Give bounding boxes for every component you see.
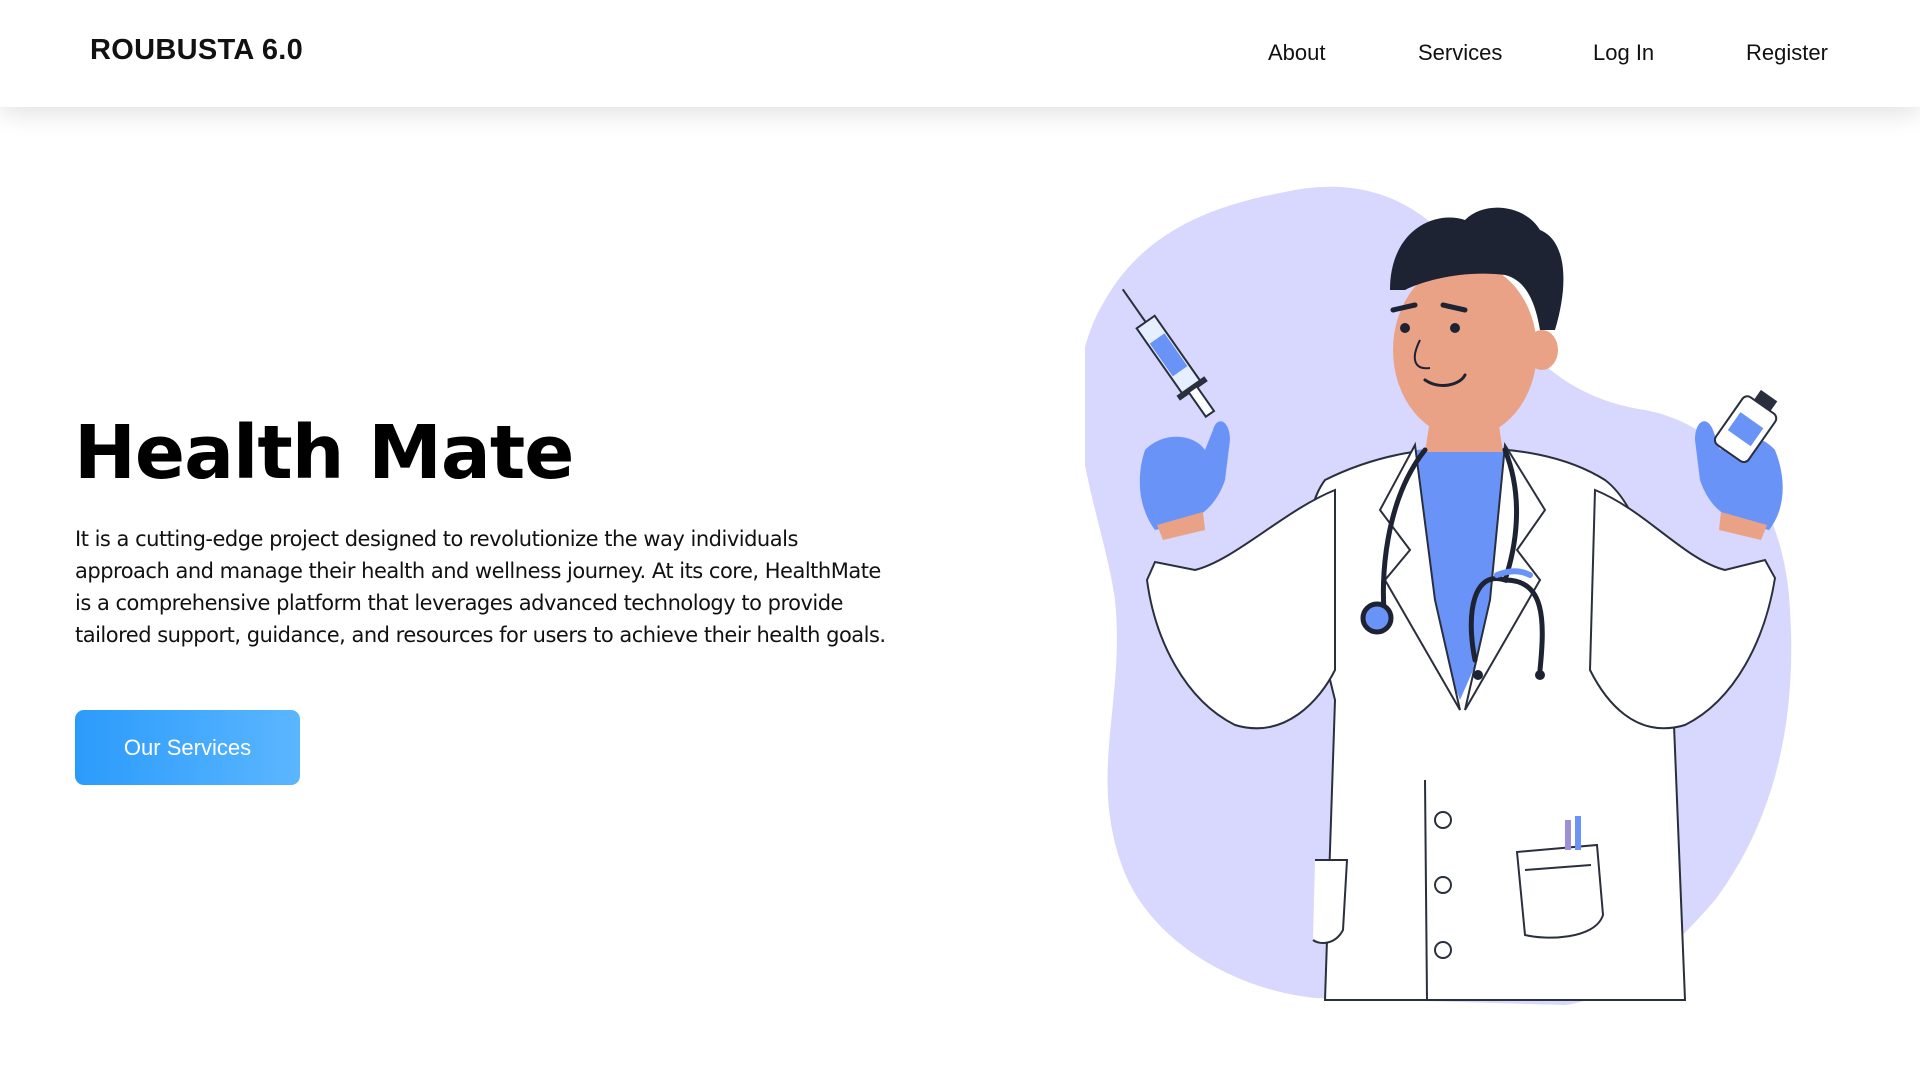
doctor-illustration	[1085, 186, 1792, 1005]
hero-title: Health Mate	[74, 410, 574, 496]
nav-link-about[interactable]: About	[1268, 40, 1326, 66]
nav-link-login[interactable]: Log In	[1593, 40, 1654, 66]
coat-pocket	[1515, 843, 1605, 939]
nav-link-register[interactable]: Register	[1746, 40, 1828, 66]
our-services-button[interactable]: Our Services	[75, 710, 300, 785]
nav-link-services[interactable]: Services	[1418, 40, 1502, 66]
top-navbar: ROUBUSTA 6.0 About Services Log In Regis…	[0, 0, 1920, 107]
hero-description: It is a cutting-edge project designed to…	[75, 527, 886, 647]
brand-logo[interactable]: ROUBUSTA 6.0	[90, 34, 303, 67]
doctor-face	[1393, 262, 1537, 438]
